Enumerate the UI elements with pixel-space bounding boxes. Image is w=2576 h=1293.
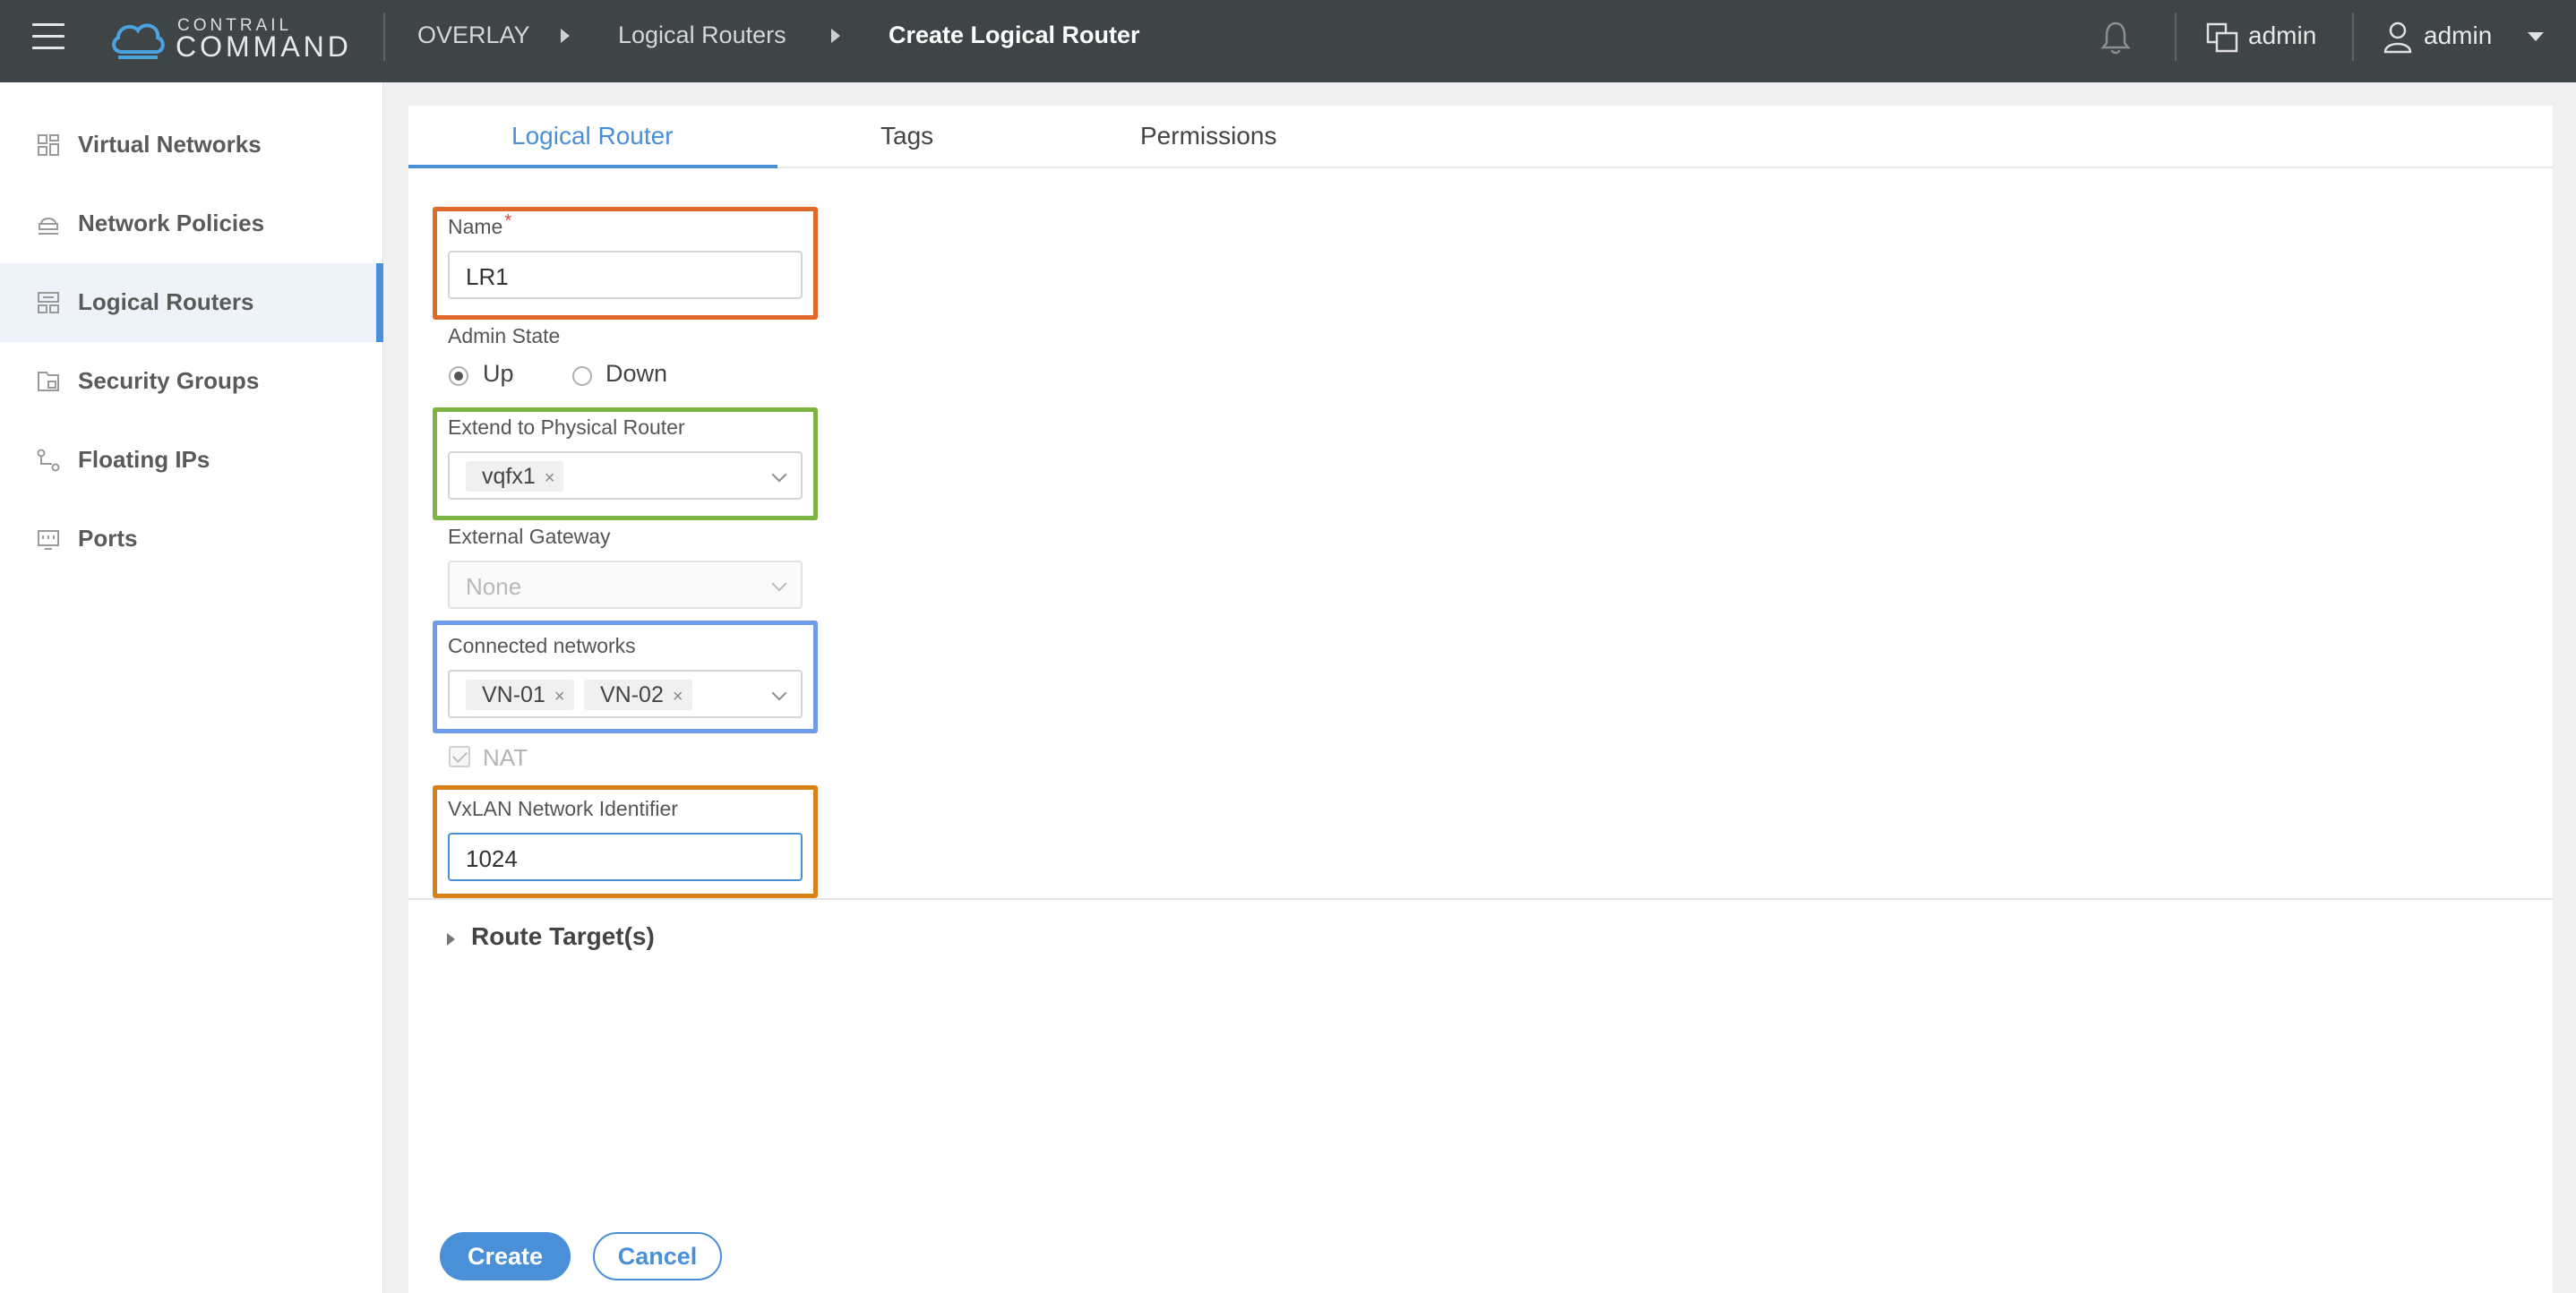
chevron-down-icon[interactable] bbox=[771, 576, 787, 592]
nat-checkbox[interactable] bbox=[449, 746, 470, 767]
tab-permissions[interactable]: Permissions bbox=[1140, 122, 1276, 150]
section-divider bbox=[408, 898, 2553, 900]
admin-state-down-label[interactable]: Down bbox=[605, 360, 667, 388]
vxlan-label: VxLAN Network Identifier bbox=[448, 797, 678, 820]
tag-label: vqfx1 bbox=[482, 464, 536, 489]
virtual-networks-icon bbox=[38, 134, 59, 156]
connected-networks-label: Connected networks bbox=[448, 634, 636, 657]
sidebar-item-label: Floating IPs bbox=[78, 446, 210, 473]
breadcrumb-current: Create Logical Router bbox=[889, 21, 1140, 48]
remove-tag-icon[interactable]: × bbox=[673, 687, 683, 706]
caret-down-icon[interactable] bbox=[2528, 32, 2544, 41]
logical-routers-icon bbox=[38, 292, 59, 313]
header-divider bbox=[2352, 13, 2354, 61]
cancel-button[interactable]: Cancel bbox=[593, 1232, 722, 1280]
sidebar-item-network-policies[interactable]: Network Policies bbox=[0, 184, 383, 263]
name-label: Name * bbox=[448, 211, 511, 239]
tab-bar: Logical Router Tags Permissions bbox=[408, 106, 2553, 168]
tag-label: VN-01 bbox=[482, 682, 545, 707]
name-label-text: Name bbox=[448, 215, 503, 238]
sidebar-item-label: Virtual Networks bbox=[78, 131, 262, 158]
external-gateway-select[interactable]: None bbox=[448, 561, 803, 609]
sidebar-item-label: Network Policies bbox=[78, 210, 265, 236]
logo-big-text: COMMAND bbox=[176, 30, 352, 63]
user-icon[interactable] bbox=[2383, 20, 2413, 56]
contrail-command-logo[interactable]: CONTRAIL COMMAND bbox=[109, 13, 351, 70]
breadcrumb-arrow-icon bbox=[831, 29, 840, 43]
cloud-logo-icon bbox=[112, 23, 165, 59]
extend-physical-router-label: Extend to Physical Router bbox=[448, 415, 685, 439]
breadcrumb-logical-routers[interactable]: Logical Routers bbox=[618, 21, 786, 49]
admin-state-down-radio[interactable] bbox=[572, 366, 592, 386]
chevron-down-icon[interactable] bbox=[771, 685, 787, 701]
menu-icon[interactable] bbox=[32, 23, 64, 56]
top-bar: CONTRAIL COMMAND OVERLAY Logical Routers… bbox=[0, 0, 2576, 82]
sidebar-item-label: Logical Routers bbox=[78, 288, 254, 315]
tab-tags[interactable]: Tags bbox=[880, 122, 933, 150]
sidebar-item-ports[interactable]: Ports bbox=[0, 500, 383, 578]
admin-state-up-radio[interactable] bbox=[449, 366, 468, 386]
sidebar-item-label: Ports bbox=[78, 525, 138, 552]
admin-state-label: Admin State bbox=[448, 324, 561, 347]
floating-ips-icon bbox=[37, 449, 60, 472]
required-mark: * bbox=[504, 211, 512, 231]
selected-tag: VN-02 × bbox=[584, 680, 692, 710]
tab-logical-router[interactable]: Logical Router bbox=[511, 122, 674, 150]
selected-tag: VN-01 × bbox=[466, 680, 574, 710]
sidebar-item-virtual-networks[interactable]: Virtual Networks bbox=[0, 106, 383, 184]
ports-icon bbox=[38, 530, 59, 550]
breadcrumb-arrow-icon bbox=[561, 29, 570, 43]
org-switch-icon[interactable] bbox=[2205, 20, 2239, 56]
active-tab-indicator bbox=[408, 165, 777, 168]
chevron-down-icon[interactable] bbox=[771, 467, 787, 483]
route-targets-expander[interactable]: Route Target(s) bbox=[471, 922, 655, 951]
bell-icon[interactable] bbox=[2099, 20, 2132, 56]
network-policies-icon bbox=[39, 218, 58, 235]
create-logical-router-form: Logical Router Tags Permissions Name * LR… bbox=[408, 106, 2553, 1293]
external-gateway-value: None bbox=[466, 573, 522, 600]
sidebar-item-floating-ips[interactable]: Floating IPs bbox=[0, 421, 383, 500]
security-groups-icon bbox=[38, 372, 59, 391]
header-divider bbox=[2175, 13, 2177, 61]
create-button[interactable]: Create bbox=[440, 1232, 571, 1280]
breadcrumb-overlay[interactable]: OVERLAY bbox=[417, 21, 530, 49]
tag-label: VN-02 bbox=[600, 682, 664, 707]
vxlan-network-identifier-input[interactable]: 1024 bbox=[448, 833, 803, 881]
external-gateway-label: External Gateway bbox=[448, 525, 611, 548]
extend-physical-router-select[interactable]: vqfx1 × bbox=[448, 451, 803, 500]
user-label[interactable]: admin bbox=[2424, 21, 2492, 50]
connected-networks-select[interactable]: VN-01 × VN-02 × bbox=[448, 670, 803, 718]
expand-arrow-icon[interactable] bbox=[447, 933, 455, 946]
header-divider bbox=[383, 13, 385, 61]
sidebar-item-label: Security Groups bbox=[78, 367, 260, 394]
nat-label: NAT bbox=[483, 744, 528, 771]
sidebar-item-logical-routers[interactable]: Logical Routers bbox=[0, 263, 383, 342]
selected-tag: vqfx1 × bbox=[466, 461, 564, 492]
remove-tag-icon[interactable]: × bbox=[545, 468, 555, 488]
org-label[interactable]: admin bbox=[2248, 21, 2316, 50]
name-input[interactable]: LR1 bbox=[448, 251, 803, 299]
sidebar-item-security-groups[interactable]: Security Groups bbox=[0, 342, 383, 421]
admin-state-up-label[interactable]: Up bbox=[483, 360, 514, 388]
sidebar: Virtual Networks Network Policies Logica… bbox=[0, 82, 383, 1293]
remove-tag-icon[interactable]: × bbox=[554, 687, 565, 706]
